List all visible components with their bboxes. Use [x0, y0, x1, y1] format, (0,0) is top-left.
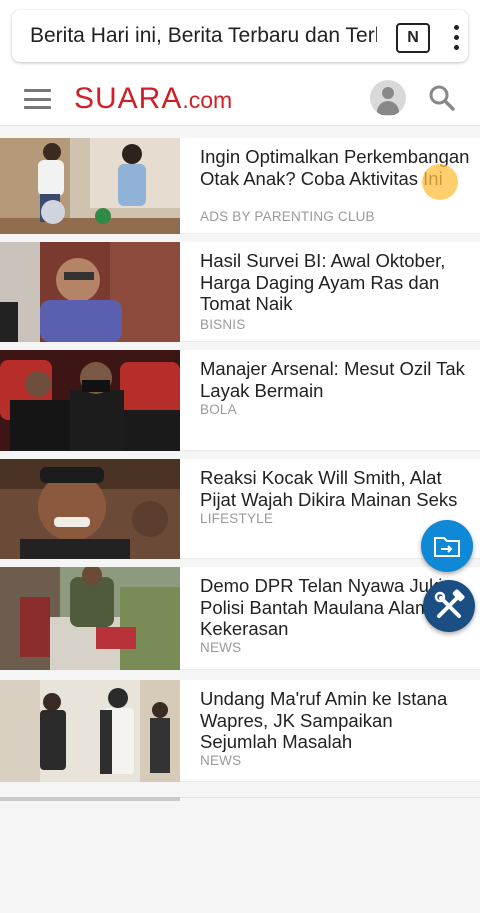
article-title[interactable]: Undang Ma'ruf Amin ke Istana Wapres, JK … — [200, 688, 470, 753]
article-category: ADS BY PARENTING CLUB — [200, 209, 375, 224]
article-category: NEWS — [200, 640, 242, 655]
tools-fab-button[interactable] — [423, 580, 475, 632]
article-thumbnail[interactable] — [0, 242, 180, 342]
site-logo[interactable]: SUARA.com — [74, 82, 232, 116]
article-title[interactable]: Reaksi Kocak Will Smith, Alat Pijat Waja… — [200, 467, 470, 510]
article-thumbnail[interactable] — [0, 459, 180, 559]
article-category: LIFESTYLE — [200, 511, 274, 526]
article-title[interactable]: Hasil Survei BI: Awal Oktober, Harga Dag… — [200, 250, 470, 315]
browser-toolbar: Berita Hari ini, Berita Terbaru dan Terk… — [0, 0, 480, 72]
tab-switcher-button[interactable]: N — [396, 23, 430, 53]
folder-fab-button[interactable] — [421, 520, 473, 572]
article-category: BISNIS — [200, 317, 246, 332]
logo-main: SUARA — [74, 82, 183, 115]
article-title[interactable]: Manajer Arsenal: Mesut Ozil Tak Layak Be… — [200, 358, 470, 401]
hamburger-menu-icon[interactable] — [24, 89, 51, 109]
address-bar[interactable]: Berita Hari ini, Berita Terbaru dan Terk… — [12, 10, 468, 62]
article-thumbnail[interactable] — [0, 350, 180, 451]
tools-icon — [434, 589, 465, 618]
search-icon[interactable] — [428, 84, 456, 112]
touch-indicator — [422, 164, 458, 200]
article-card[interactable]: Undang Ma'ruf Amin ke Istana Wapres, JK … — [0, 680, 480, 782]
article-thumbnail[interactable] — [0, 138, 180, 234]
url-text[interactable]: Berita Hari ini, Berita Terbaru dan Terk… — [30, 24, 377, 48]
browser-menu-icon[interactable] — [448, 22, 464, 52]
article-card[interactable]: Demo DPR Telan Nyawa Jukir, Polisi Banta… — [0, 567, 480, 670]
article-card[interactable]: Ingin Optimalkan Perkembangan Otak Anak?… — [0, 138, 480, 234]
article-card[interactable]: Hasil Survei BI: Awal Oktober, Harga Dag… — [0, 242, 480, 342]
folder-icon — [434, 537, 460, 557]
article-category: BOLA — [200, 402, 237, 417]
article-thumbnail[interactable] — [0, 567, 180, 670]
user-account-icon[interactable] — [370, 80, 406, 116]
article-card[interactable]: Reaksi Kocak Will Smith, Alat Pijat Waja… — [0, 459, 480, 559]
article-category: NEWS — [200, 753, 242, 768]
site-header: SUARA.com — [0, 72, 480, 126]
next-thumbnail-edge — [0, 797, 180, 801]
article-feed: Ingin Optimalkan Perkembangan Otak Anak?… — [0, 138, 480, 790]
logo-suffix: .com — [182, 87, 233, 113]
article-card[interactable]: Manajer Arsenal: Mesut Ozil Tak Layak Be… — [0, 350, 480, 451]
article-thumbnail[interactable] — [0, 680, 180, 782]
